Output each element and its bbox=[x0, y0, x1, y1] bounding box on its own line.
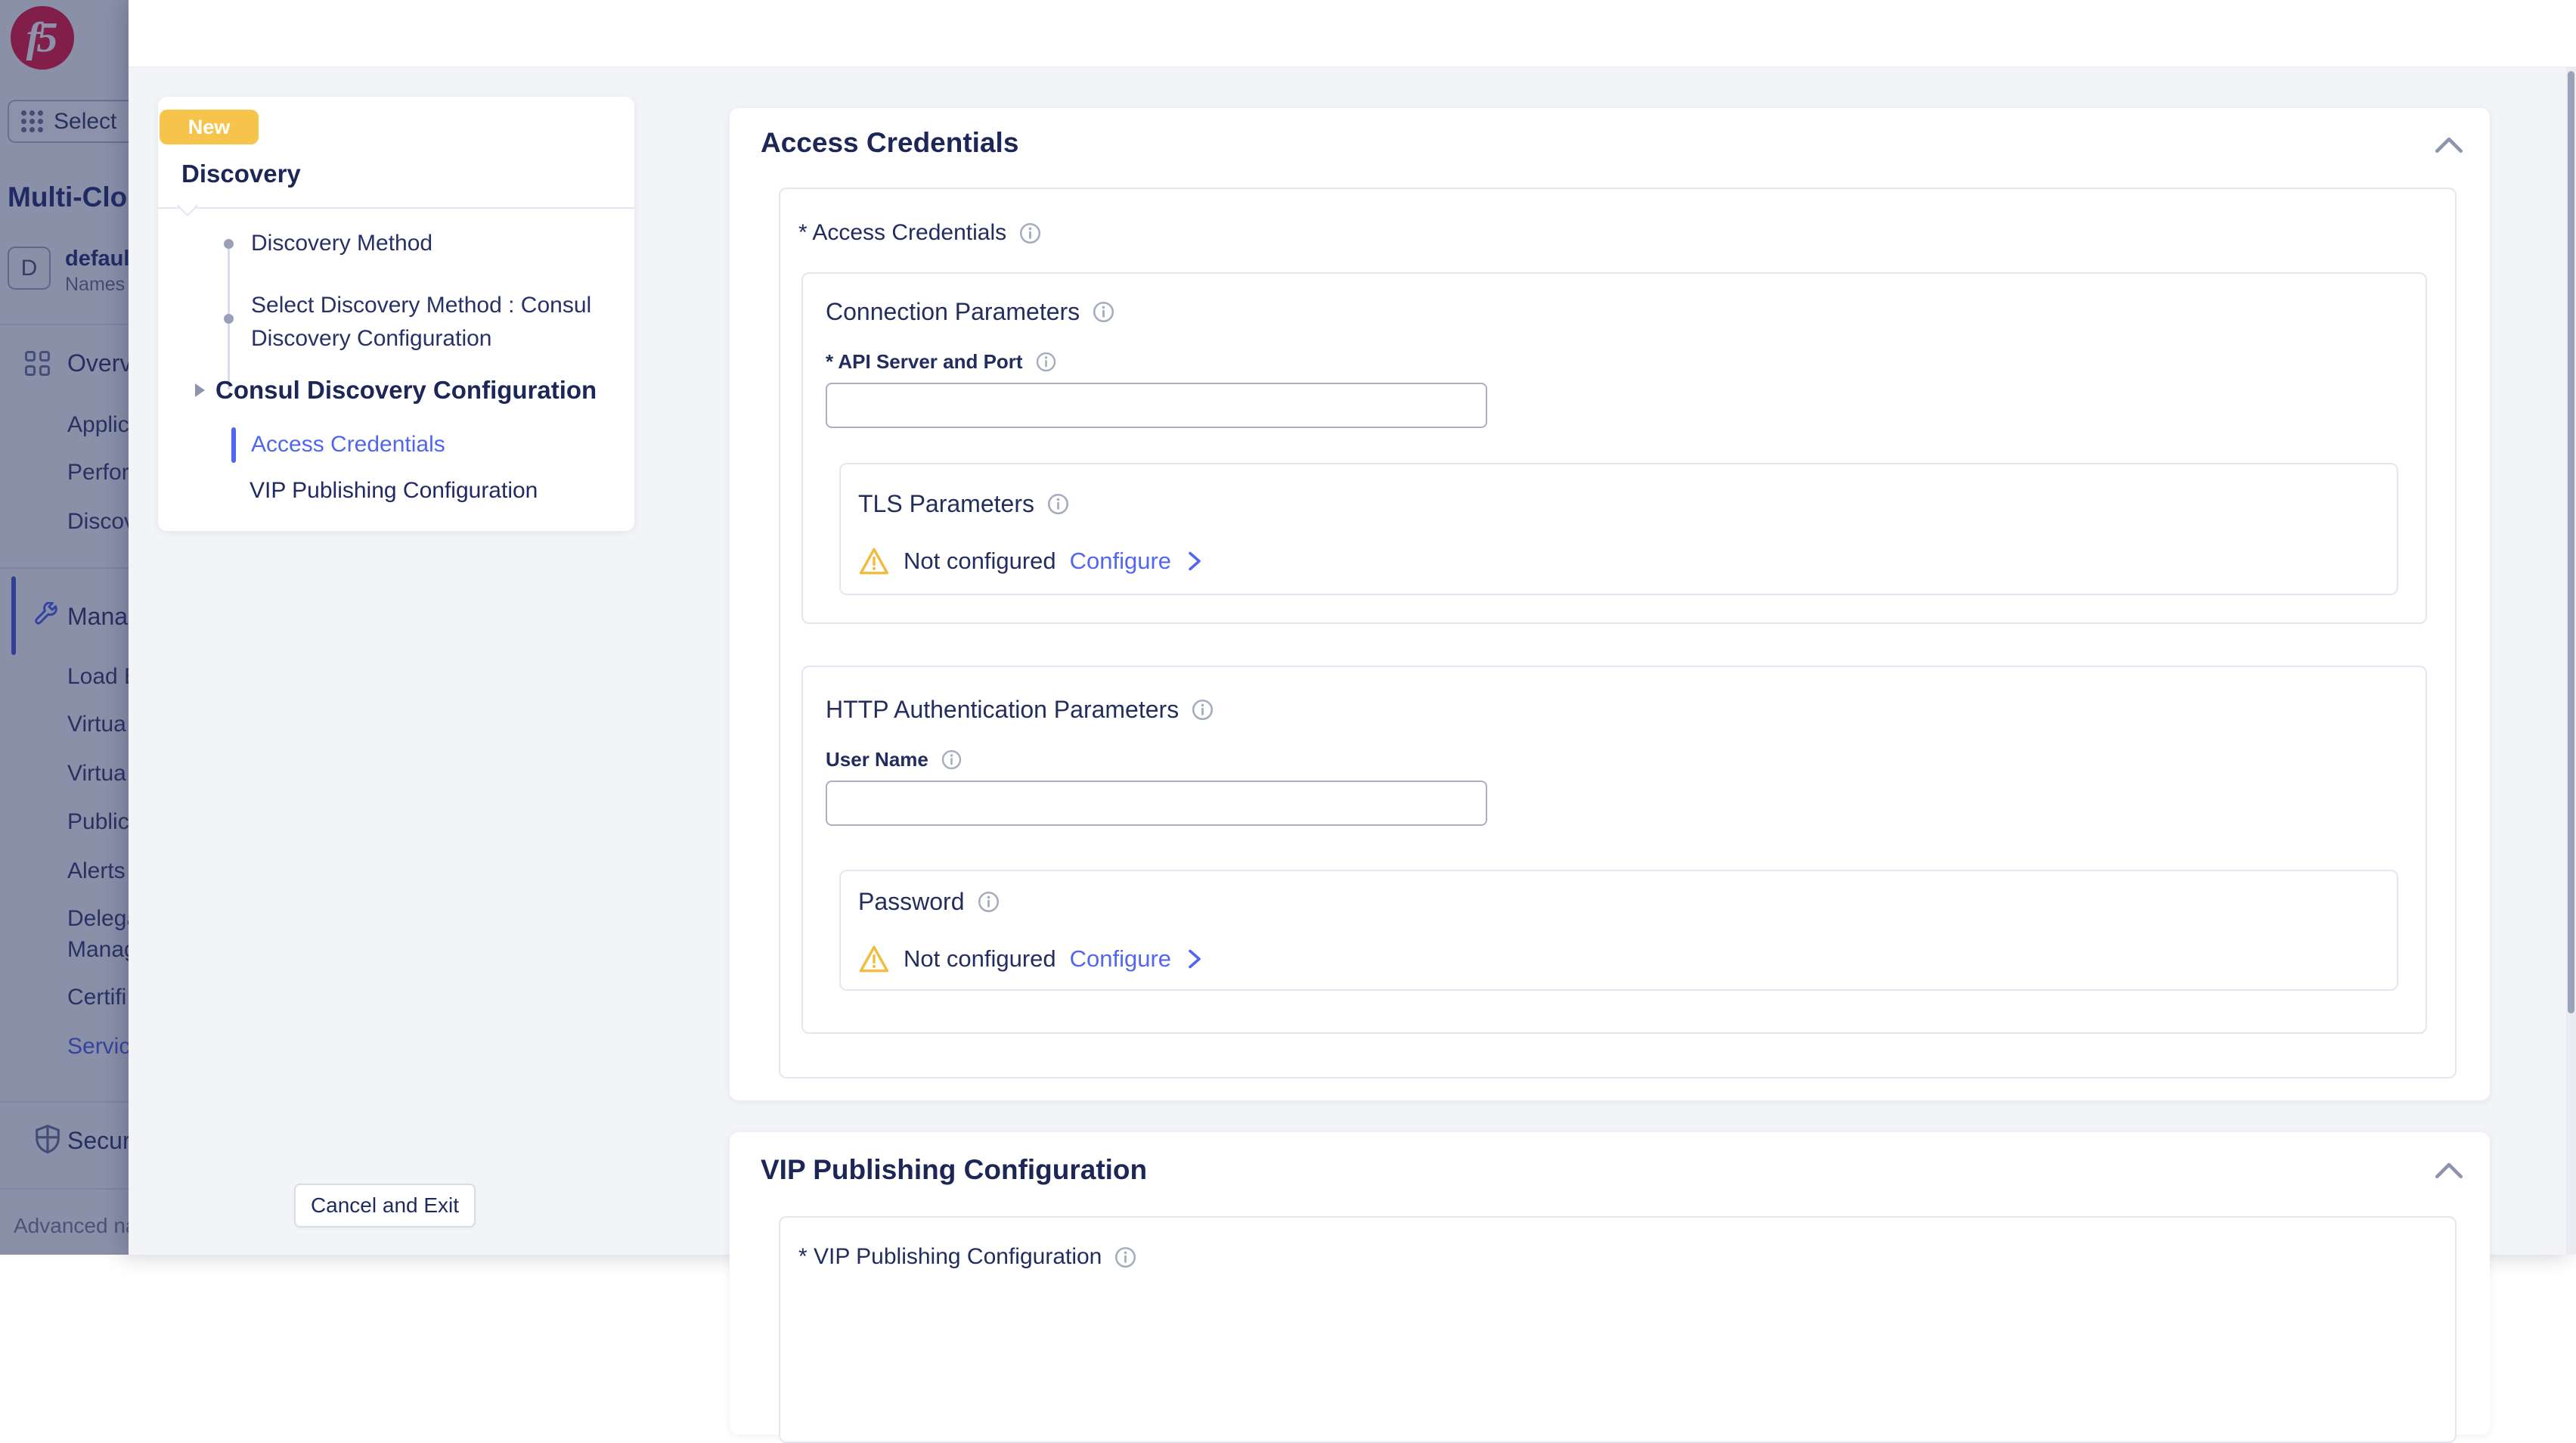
step-arrow-icon bbox=[195, 383, 205, 397]
active-substep-bar bbox=[231, 427, 236, 463]
password-status-row: Not configured Configure bbox=[858, 944, 1204, 974]
access-credentials-title: Access Credentials bbox=[761, 127, 1018, 159]
vip-fieldset-label-row: * VIP Publishing Configuration bbox=[798, 1244, 1137, 1270]
collapse-chevron-icon[interactable] bbox=[2433, 133, 2465, 156]
step-discovery-method[interactable]: Discovery Method bbox=[251, 231, 432, 256]
password-configure-link[interactable]: Configure bbox=[1070, 945, 1171, 973]
cancel-and-exit-button[interactable]: Cancel and Exit bbox=[294, 1184, 476, 1227]
info-icon[interactable] bbox=[1018, 222, 1042, 245]
wizard-title: Discovery bbox=[181, 160, 301, 188]
vip-publishing-fieldset-label: * VIP Publishing Configuration bbox=[798, 1244, 1102, 1270]
scrollbar-thumb[interactable] bbox=[2568, 71, 2574, 1013]
info-icon[interactable] bbox=[941, 749, 963, 771]
connection-parameters-title: Connection Parameters bbox=[826, 298, 1080, 326]
step-dot bbox=[224, 314, 234, 324]
warning-icon bbox=[858, 546, 890, 576]
connection-parameters-heading-row: Connection Parameters bbox=[826, 298, 1115, 326]
info-icon[interactable] bbox=[1114, 1246, 1137, 1269]
wizard-divider bbox=[158, 207, 634, 209]
info-icon[interactable] bbox=[1092, 300, 1115, 324]
tls-configure-link[interactable]: Configure bbox=[1070, 548, 1171, 575]
info-icon[interactable] bbox=[1191, 698, 1214, 722]
info-icon[interactable] bbox=[1046, 492, 1070, 516]
api-server-label-row: * API Server and Port bbox=[826, 350, 1057, 374]
password-title: Password bbox=[858, 888, 965, 916]
tls-heading-row: TLS Parameters bbox=[858, 490, 1070, 518]
step-select-discovery-method[interactable]: Select Discovery Method : Consul Discove… bbox=[251, 289, 629, 355]
new-badge: New bbox=[160, 110, 259, 144]
sidebar-dim-overlay bbox=[0, 0, 129, 1255]
panel-header bbox=[129, 0, 2576, 67]
chevron-right-icon bbox=[1185, 550, 1204, 573]
user-name-label: User Name bbox=[826, 748, 928, 771]
info-icon[interactable] bbox=[1035, 351, 1057, 373]
api-server-and-port-input[interactable] bbox=[826, 383, 1487, 428]
warning-icon bbox=[858, 944, 890, 974]
chevron-right-icon bbox=[1185, 948, 1204, 970]
info-icon[interactable] bbox=[977, 890, 1000, 914]
tls-parameters-title: TLS Parameters bbox=[858, 490, 1034, 518]
vip-publishing-title: VIP Publishing Configuration bbox=[761, 1154, 1147, 1186]
substep-access-credentials[interactable]: Access Credentials bbox=[251, 432, 445, 458]
password-heading-row: Password bbox=[858, 888, 1000, 916]
http-auth-heading-row: HTTP Authentication Parameters bbox=[826, 696, 1214, 724]
tls-status-row: Not configured Configure bbox=[858, 546, 1204, 576]
fieldset-label-row: * Access Credentials bbox=[798, 220, 1042, 246]
password-status-text: Not configured bbox=[904, 945, 1056, 973]
step-dot bbox=[224, 239, 234, 249]
tls-status-text: Not configured bbox=[904, 548, 1056, 575]
api-server-and-port-label: * API Server and Port bbox=[826, 350, 1023, 374]
collapse-chevron-icon[interactable] bbox=[2433, 1159, 2465, 1181]
access-credentials-fieldset-label: * Access Credentials bbox=[798, 220, 1006, 246]
user-name-input[interactable] bbox=[826, 780, 1487, 826]
step-consul-discovery-configuration[interactable]: Consul Discovery Configuration bbox=[215, 376, 597, 405]
user-name-label-row: User Name bbox=[826, 748, 963, 771]
http-auth-parameters-title: HTTP Authentication Parameters bbox=[826, 696, 1179, 724]
substep-vip-publishing[interactable]: VIP Publishing Configuration bbox=[250, 478, 538, 504]
